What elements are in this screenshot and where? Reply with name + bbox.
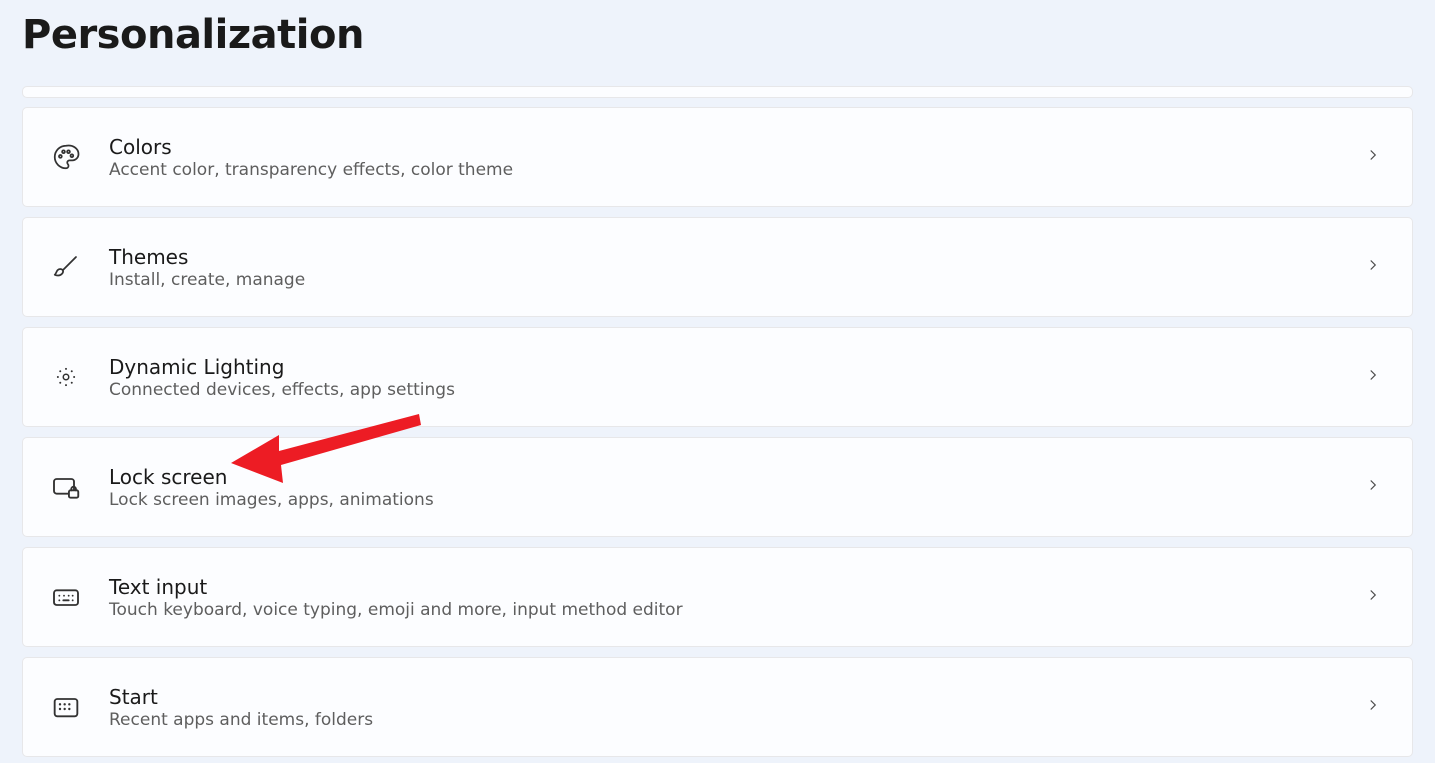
setting-title: Dynamic Lighting bbox=[109, 355, 1364, 379]
lighting-icon bbox=[49, 360, 83, 394]
setting-title: Lock screen bbox=[109, 465, 1364, 489]
lock-screen-icon bbox=[49, 470, 83, 504]
setting-text: Dynamic Lighting Connected devices, effe… bbox=[109, 355, 1364, 400]
setting-text: Colors Accent color, transparency effect… bbox=[109, 135, 1364, 180]
setting-title: Colors bbox=[109, 135, 1364, 159]
page-title: Personalization bbox=[22, 12, 1413, 58]
chevron-right-icon bbox=[1364, 146, 1382, 168]
setting-title: Start bbox=[109, 685, 1364, 709]
setting-item-lock-screen[interactable]: Lock screen Lock screen images, apps, an… bbox=[22, 437, 1413, 537]
setting-description: Lock screen images, apps, animations bbox=[109, 490, 1364, 510]
setting-item-start[interactable]: Start Recent apps and items, folders bbox=[22, 657, 1413, 757]
palette-icon bbox=[49, 140, 83, 174]
setting-text: Themes Install, create, manage bbox=[109, 245, 1364, 290]
keyboard-icon bbox=[49, 580, 83, 614]
settings-list: Colors Accent color, transparency effect… bbox=[22, 86, 1413, 763]
setting-description: Touch keyboard, voice typing, emoji and … bbox=[109, 600, 1364, 620]
setting-title: Text input bbox=[109, 575, 1364, 599]
setting-item-dynamic-lighting[interactable]: Dynamic Lighting Connected devices, effe… bbox=[22, 327, 1413, 427]
chevron-right-icon bbox=[1364, 366, 1382, 388]
brush-icon bbox=[49, 250, 83, 284]
setting-description: Install, create, manage bbox=[109, 270, 1364, 290]
setting-description: Recent apps and items, folders bbox=[109, 710, 1364, 730]
chevron-right-icon bbox=[1364, 476, 1382, 498]
setting-title: Themes bbox=[109, 245, 1364, 269]
setting-item-colors[interactable]: Colors Accent color, transparency effect… bbox=[22, 107, 1413, 207]
chevron-right-icon bbox=[1364, 256, 1382, 278]
setting-description: Accent color, transparency effects, colo… bbox=[109, 160, 1364, 180]
start-icon bbox=[49, 690, 83, 724]
setting-text: Start Recent apps and items, folders bbox=[109, 685, 1364, 730]
chevron-right-icon bbox=[1364, 586, 1382, 608]
personalization-page: Personalization Colors Accent color, tra… bbox=[0, 0, 1435, 763]
setting-item-themes[interactable]: Themes Install, create, manage bbox=[22, 217, 1413, 317]
setting-description: Connected devices, effects, app settings bbox=[109, 380, 1364, 400]
setting-item-partial-top[interactable] bbox=[22, 86, 1413, 98]
chevron-right-icon bbox=[1364, 696, 1382, 718]
setting-text: Lock screen Lock screen images, apps, an… bbox=[109, 465, 1364, 510]
setting-text: Text input Touch keyboard, voice typing,… bbox=[109, 575, 1364, 620]
setting-item-text-input[interactable]: Text input Touch keyboard, voice typing,… bbox=[22, 547, 1413, 647]
